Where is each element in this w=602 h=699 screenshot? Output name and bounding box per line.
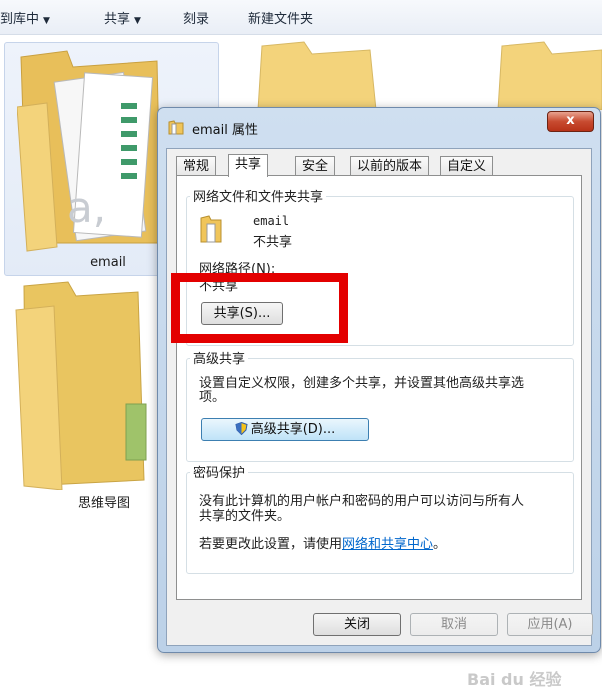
cancel-button[interactable]: 取消 bbox=[410, 613, 498, 636]
close-icon: x bbox=[566, 113, 575, 128]
tab-customize[interactable]: 自定义 bbox=[440, 156, 494, 176]
password-protection-group-title: 密码保护 bbox=[190, 462, 249, 481]
network-sharing-group-title: 网络文件和文件夹共享 bbox=[190, 186, 327, 205]
folder-icon bbox=[15, 281, 147, 490]
explorer-toolbar: 到库中 ▼ 共享 ▼ 刻录 新建文件夹 bbox=[0, 0, 602, 35]
highlight-annotation-box bbox=[171, 273, 348, 343]
advanced-sharing-description: 设置自定义权限，创建多个共享，并设置其他高级共享选 bbox=[199, 376, 525, 391]
shared-item-name: email bbox=[253, 214, 290, 228]
password-protection-text-cont: 共享的文件夹。 bbox=[199, 509, 291, 524]
folder-mindmap[interactable]: 思维导图 bbox=[4, 280, 164, 520]
shared-item-status: 不共享 bbox=[253, 235, 293, 250]
advanced-sharing-button-label: 高级共享(D)... bbox=[250, 422, 336, 437]
include-in-library-label: 到库中 bbox=[0, 12, 40, 27]
include-in-library-menu[interactable]: 到库中 ▼ bbox=[0, 8, 50, 27]
chevron-down-icon: ▼ bbox=[134, 16, 141, 26]
apply-button[interactable]: 应用(A) bbox=[507, 613, 593, 636]
chevron-down-icon: ▼ bbox=[43, 16, 50, 26]
change-setting-suffix: 。 bbox=[433, 537, 447, 552]
uac-shield-icon bbox=[235, 421, 248, 436]
folder-icon bbox=[257, 41, 377, 110]
folder-icon bbox=[497, 41, 602, 110]
dialog-title: email 属性 bbox=[192, 123, 258, 138]
change-setting-prefix: 若要更改此设置，请使用 bbox=[199, 537, 343, 552]
change-setting-text: 若要更改此设置，请使用网络和共享中心。 bbox=[199, 533, 446, 552]
burn-button[interactable]: 刻录 bbox=[183, 8, 209, 27]
baidu-watermark: Bai du 经验 bbox=[467, 670, 562, 689]
network-sharing-center-link[interactable]: 网络和共享中心 bbox=[342, 537, 433, 552]
shared-folder-icon bbox=[200, 215, 222, 243]
share-menu[interactable]: 共享 ▼ bbox=[104, 8, 141, 27]
advanced-sharing-button[interactable]: 高级共享(D)... bbox=[201, 418, 369, 441]
tab-security[interactable]: 安全 bbox=[295, 156, 336, 176]
new-folder-button[interactable]: 新建文件夹 bbox=[248, 8, 313, 27]
tab-previous-versions[interactable]: 以前的版本 bbox=[350, 156, 430, 176]
folder-with-documents-icon: a, bbox=[17, 50, 162, 252]
sharing-tab-page: 网络文件和文件夹共享 email 不共享 网络路径(N): 不共享 共享(S).… bbox=[176, 175, 582, 600]
close-button[interactable]: x bbox=[547, 111, 594, 132]
properties-dialog: email 属性 x 常规 共享 安全 以前的版本 自定义 网络文件和文件夹共享… bbox=[157, 107, 601, 653]
folder-icon bbox=[168, 120, 184, 135]
svg-text:a,: a, bbox=[67, 183, 106, 232]
advanced-sharing-group-title: 高级共享 bbox=[190, 348, 249, 367]
close-dialog-button[interactable]: 关闭 bbox=[313, 613, 401, 636]
advanced-sharing-description-cont: 项。 bbox=[199, 390, 226, 405]
tab-general[interactable]: 常规 bbox=[176, 156, 217, 176]
folder-name-mindmap: 思维导图 bbox=[77, 496, 130, 511]
folder-name-email: email bbox=[90, 255, 126, 270]
tab-sharing[interactable]: 共享 bbox=[228, 154, 269, 177]
share-menu-label: 共享 bbox=[104, 12, 131, 27]
